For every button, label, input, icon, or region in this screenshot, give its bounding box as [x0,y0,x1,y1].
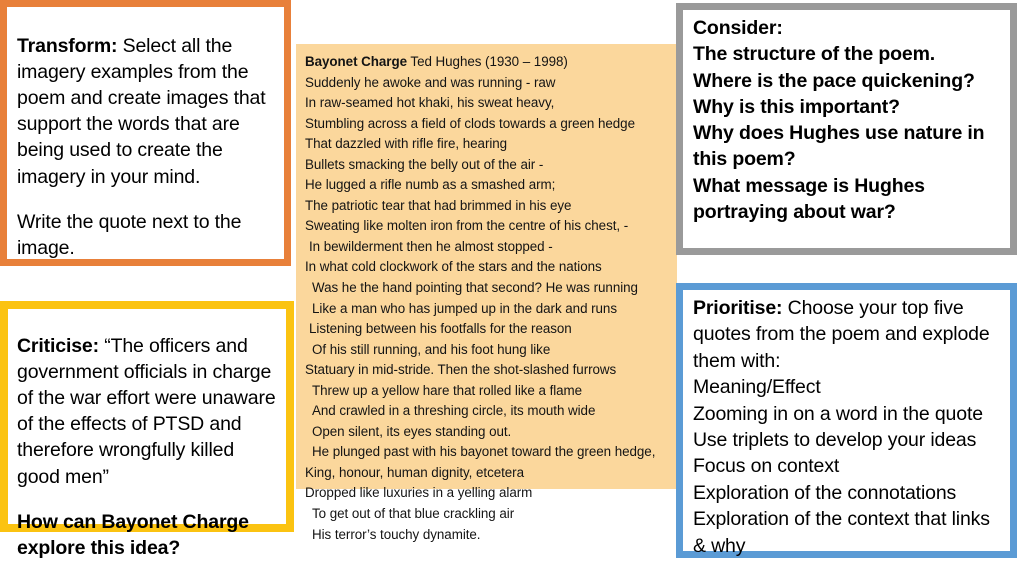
poem-line: Was he the hand pointing that second? He… [312,280,638,296]
prioritise-item: Meaning/Effect [693,376,821,399]
consider-line: Where is the pace quickening? [693,69,975,92]
poem-line: And crawled in a threshing circle, its m… [312,403,596,419]
poem-line: Open silent, its eyes standing out. [312,423,512,439]
poem-line: That dazzled with rifle fire, hearing [305,136,508,152]
criticise-box-content: Criticise: “The officers and government … [8,309,286,585]
prioritise-item: Exploration of the connotations [693,481,957,504]
poem-line: Bullets smacking the belly out of the ai… [305,156,544,172]
poem-line: Listening between his footfalls for the … [309,321,572,337]
prioritise-item: Focus on context [693,455,840,478]
poem-attribution: Ted Hughes (1930 – 1998) [407,54,568,69]
criticise-title: Criticise: [17,334,99,357]
poem-box: Bayonet Charge Ted Hughes (1930 – 1998) … [296,44,677,542]
criticise-question: How can Bayonet Charge explore this idea… [17,511,249,560]
poem-line: In what cold clockwork of the stars and … [305,259,602,275]
poem-line: Statuary in mid-stride. Then the shot-sl… [305,362,617,378]
transform-task-box: Transform: Select all the imagery exampl… [0,0,291,266]
prioritise-item: Zooming in on a word in the quote [693,402,983,425]
poem-line: In raw-seamed hot khaki, his sweat heavy… [305,95,555,111]
consider-line: Consider: [693,17,783,39]
criticise-quote: “The officers and government officials i… [17,334,276,488]
prioritise-item: Use triplets to develop your ideas [693,429,977,452]
poem-line: King, honour, human dignity, etcetera [305,464,524,480]
poem-line: Of his still running, and his foot hung … [312,341,551,357]
poem-line: Dropped like luxuries in a yelling alarm [305,485,533,501]
consider-line: Why does Hughes use nature in this poem? [693,122,985,171]
consider-line: The structure of the poem. [693,43,936,66]
poem-title: Bayonet Charge [305,54,407,69]
transform-box-content: Transform: Select all the imagery exampl… [7,7,284,285]
poem-line: Threw up a yellow hare that rolled like … [312,382,583,398]
prioritise-item: Exploration of the context that links & … [693,508,990,557]
consider-line: Why is this important? [693,95,900,118]
prioritise-task-box: Prioritise: Choose your top five quotes … [676,283,1017,558]
consider-task-box: Consider: The structure of the poem. Whe… [676,3,1017,255]
prioritise-box-content: Prioritise: Choose your top five quotes … [683,290,1010,563]
poem-line: He lugged a rifle numb as a smashed arm; [305,177,556,193]
poem-line: Like a man who has jumped up in the dark… [312,300,617,316]
consider-line: What message is Hughes portraying about … [693,174,925,224]
transform-body: Select all the imagery examples from the… [17,34,266,188]
transform-body-2: Write the quote next to the image. [17,211,242,260]
poem-content: Bayonet Charge Ted Hughes (1930 – 1998) … [296,44,677,551]
consider-box-content: Consider: The structure of the poem. Whe… [683,10,1010,229]
poem-line: To get out of that blue crackling air [312,506,515,522]
poem-heading-line: Bayonet Charge Ted Hughes (1930 – 1998) [305,52,671,73]
poem-line: His terror’s touchy dynamite. [312,526,481,542]
poem-line: Suddenly he awoke and was running - raw [305,74,556,90]
poem-line: In bewilderment then he almost stopped - [309,238,553,254]
poem-lines: Suddenly he awoke and was running - raw I… [305,73,671,546]
criticise-question-paragraph: How can Bayonet Charge explore this idea… [17,509,280,561]
prioritise-intro-line: Prioritise: Choose your top five quotes … [693,295,1002,374]
poem-line: He plunged past with his bayonet toward … [312,444,656,460]
transform-paragraph-2: Write the quote next to the image. [17,209,276,261]
poem-line: The patriotic tear that had brimmed in h… [305,197,572,213]
transform-paragraph: Transform: Select all the imagery exampl… [17,33,276,190]
criticise-task-box: Criticise: “The officers and government … [0,301,294,559]
poem-line: Stumbling across a field of clods toward… [305,115,635,131]
criticise-paragraph: Criticise: “The officers and government … [17,333,280,490]
poem-line: Sweating like molten iron from the centr… [305,218,629,234]
prioritise-title: Prioritise: [693,297,783,319]
transform-title: Transform: [17,34,118,57]
